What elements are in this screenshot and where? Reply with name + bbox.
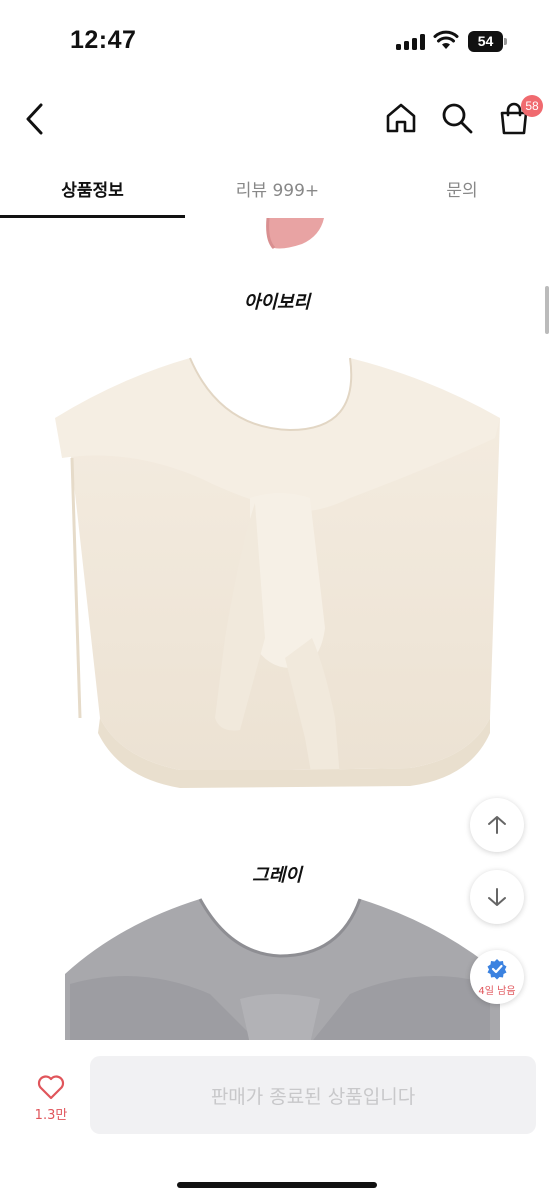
back-button[interactable] [14,97,54,141]
soldout-button[interactable]: 판매가 종료된 상품입니다 [90,1056,536,1134]
bottom-action-bar: 1.3만 판매가 종료된 상품입니다 [0,1040,554,1200]
color-caption-gray: 그레이 [252,865,302,886]
pink-product-image-fragment [266,218,324,250]
search-icon [442,103,473,134]
top-navigation-bar [0,85,554,155]
ivory-vest-image [55,357,500,788]
like-button[interactable]: 1.3만 [26,1074,76,1128]
scroll-bottom-button[interactable] [470,870,524,924]
product-tabs: 상품정보 리뷰 999+ 문의 [0,160,554,218]
color-caption-ivory: 아이보리 [243,292,311,313]
status-time: 12:47 [70,26,137,54]
days-left-label: 4일 남음 [478,985,516,997]
tab-inquiry[interactable]: 문의 [370,160,554,216]
status-bar: 12:47 54 [0,0,554,80]
scroll-top-button[interactable] [470,798,524,852]
like-count: 1.3만 [34,1108,68,1123]
battery-icon: 54 [468,31,508,52]
arrow-up-icon [488,816,506,834]
gray-vest-image [65,898,500,1040]
cellular-signal-icon [396,34,426,50]
home-button[interactable] [380,97,422,139]
heart-icon [37,1075,65,1100]
cart-count-badge: 58 [521,95,543,117]
home-icon [386,103,416,133]
days-left-button[interactable]: 4일 남음 [470,950,524,1004]
search-button[interactable] [436,97,478,139]
wifi-icon [433,30,459,50]
tab-reviews[interactable]: 리뷰 999+ [185,160,370,216]
home-indicator [177,1182,377,1188]
verified-badge-icon [487,958,507,979]
product-detail-content: 아이보리 그레이 [0,218,554,1040]
chevron-left-icon [26,103,43,135]
arrow-down-icon [488,888,506,906]
battery-level: 54 [468,31,503,52]
tab-product-info[interactable]: 상품정보 [0,160,185,216]
scrollbar-thumb[interactable] [545,286,549,334]
